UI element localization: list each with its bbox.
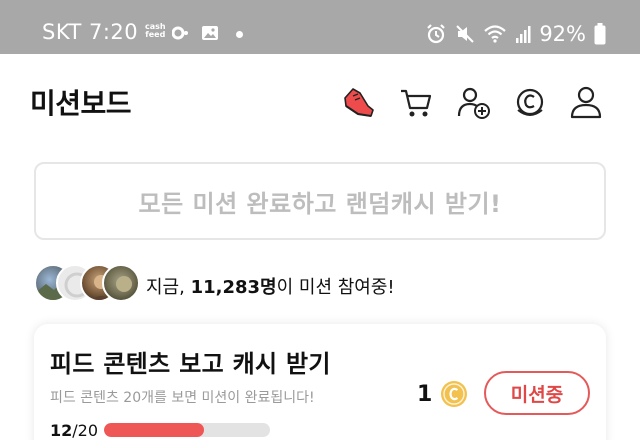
progress-fill xyxy=(104,423,204,437)
random-cash-banner[interactable]: 모든 미션 완료하고 랜덤캐시 받기! xyxy=(34,162,606,240)
mute-icon xyxy=(456,25,475,43)
progress-total: 20 xyxy=(77,421,99,440)
add-friend-icon[interactable] xyxy=(456,84,492,120)
status-right: 92% xyxy=(425,20,606,48)
coin-icon[interactable] xyxy=(512,84,548,120)
status-dot xyxy=(236,31,243,38)
profile-icon[interactable] xyxy=(568,84,604,120)
battery-text: 92% xyxy=(539,22,586,46)
app-header: 미션보드 xyxy=(0,54,640,146)
participants-count: 11,283명 xyxy=(190,277,277,298)
mission-card[interactable]: 피드 콘텐츠 보고 캐시 받기 피드 콘텐츠 20개를 보면 미션이 완료됩니다… xyxy=(34,324,606,440)
participants-text: 지금, 11,283명이 미션 참여중! xyxy=(146,273,395,299)
avatar xyxy=(102,264,140,302)
status-bar: SKT 7:20 cash feed 92% xyxy=(0,0,640,54)
mission-status-button[interactable]: 미션중 xyxy=(484,371,590,415)
wifi-icon xyxy=(484,25,507,43)
cashfeed-icon: cash feed xyxy=(145,23,166,39)
alarm-icon xyxy=(427,24,446,44)
participants-suffix: 이 미션 참여중! xyxy=(276,277,395,298)
mission-title: 피드 콘텐츠 보고 캐시 받기 xyxy=(50,350,331,378)
progress-bar xyxy=(104,423,270,437)
mission-description: 피드 콘텐츠 20개를 보면 미션이 완료됩니다! xyxy=(50,390,315,406)
progress-label: 12/20 xyxy=(50,421,98,440)
cashfeed-text-2: feed xyxy=(145,30,166,39)
carrier-time: SKT 7:20 xyxy=(42,20,139,44)
coin-icon xyxy=(441,381,467,407)
reward-amount: 1 xyxy=(417,382,433,407)
gallery-icon xyxy=(202,26,218,40)
cart-icon[interactable] xyxy=(398,84,434,120)
sneaker-icon[interactable] xyxy=(340,84,376,120)
progress-current: 12 xyxy=(50,421,73,440)
notification-dot-icon xyxy=(172,26,188,40)
participants-row: 지금, 11,283명이 미션 참여중! xyxy=(34,264,614,304)
signal-icon xyxy=(516,26,531,43)
mission-board: 모든 미션 완료하고 랜덤캐시 받기! 지금, 11,283명이 미션 참여중!… xyxy=(0,146,640,440)
page-title: 미션보드 xyxy=(30,87,132,120)
battery-icon xyxy=(594,23,606,45)
participants-prefix: 지금, xyxy=(146,277,191,298)
